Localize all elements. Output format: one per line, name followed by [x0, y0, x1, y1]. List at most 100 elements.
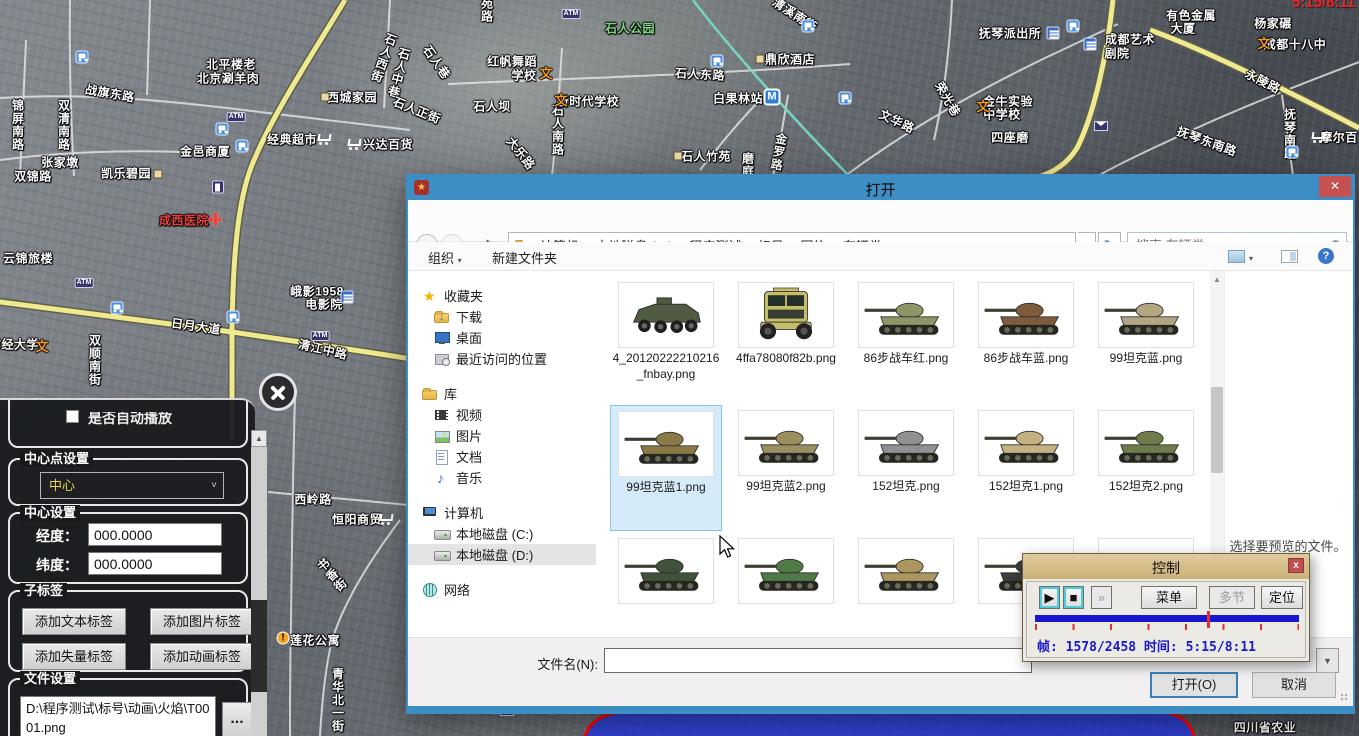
sidebar-item-下载[interactable]: ↓下载: [408, 306, 596, 327]
sidebar-item-本地磁盘 (D:)[interactable]: 本地磁盘 (D:): [408, 544, 596, 565]
sidebar-item-视频[interactable]: 视频: [408, 404, 596, 425]
file-item-152坦克.png[interactable]: 152坦克.png: [850, 405, 962, 531]
scroll-up-icon[interactable]: ▲: [1210, 273, 1224, 287]
file-item[interactable]: [610, 533, 722, 633]
map-label: 双顺南街: [87, 334, 104, 386]
add-label-button-4[interactable]: 添加动画标签: [150, 643, 254, 670]
bus-icon: [236, 140, 249, 153]
add-label-button-3[interactable]: 添加失量标签: [22, 643, 126, 670]
autoplay-checkbox[interactable]: [66, 410, 79, 423]
bus-icon: [1286, 146, 1299, 159]
metro-icon: M: [764, 89, 781, 106]
panel-scrollbar[interactable]: ▲: [251, 430, 267, 736]
file-name: 152坦克1.png: [970, 479, 1082, 495]
add-label-button-1[interactable]: 添加文本标签: [22, 608, 126, 635]
sidebar-item-桌面[interactable]: 桌面: [408, 327, 596, 348]
gas-icon: [212, 181, 224, 194]
help-icon[interactable]: ?: [1318, 248, 1334, 264]
timeline-slider[interactable]: [1035, 615, 1299, 622]
map-label: 大乐路: [503, 133, 539, 173]
sidebar-item-最近访问的位置[interactable]: 最近访问的位置: [408, 348, 596, 369]
bldg-icon: [341, 291, 354, 304]
new-folder-button[interactable]: 新建文件夹: [492, 248, 557, 267]
sq-icon: [321, 93, 330, 102]
sidebar-item-图片[interactable]: 图片: [408, 425, 596, 446]
latitude-field[interactable]: [88, 552, 222, 575]
cancel-button[interactable]: 取消: [1252, 672, 1336, 698]
map-label: 北京涮羊肉: [197, 70, 260, 87]
file-item-4_20120222210216_fnbay.png[interactable]: 4_20120222210216_fnbay.png: [610, 277, 722, 403]
filename-dropdown-icon[interactable]: ▼: [1316, 648, 1339, 673]
file-item-99坦克蓝2.png[interactable]: 99坦克蓝2.png: [730, 405, 842, 531]
preview-pane-icon[interactable]: [1281, 250, 1298, 263]
sidebar-item-音乐[interactable]: 音乐: [408, 467, 596, 488]
computer-icon: [422, 505, 438, 521]
file-item-86步战车蓝.png[interactable]: 86步战车蓝.png: [970, 277, 1082, 403]
sidebar-item-计算机[interactable]: 计算机: [408, 502, 596, 523]
atm-icon: ATM: [562, 9, 581, 19]
resize-grip[interactable]: [1341, 694, 1349, 702]
file-item-152坦克1.png[interactable]: 152坦克1.png: [970, 405, 1082, 531]
open-button[interactable]: 打开(O): [1150, 672, 1238, 698]
file-item-152坦克2.png[interactable]: 152坦克2.png: [1090, 405, 1202, 531]
timeline-position-marker[interactable]: [1207, 611, 1210, 628]
sq-icon: [756, 55, 765, 64]
file-thumbnail: [1098, 282, 1194, 348]
panel-close-button[interactable]: [259, 373, 297, 411]
view-mode-icon[interactable]: [1228, 250, 1245, 263]
atm-icon: ATM: [75, 278, 94, 288]
stop-button[interactable]: ■: [1063, 586, 1084, 609]
multi-section-button[interactable]: 多节: [1209, 586, 1255, 609]
file-thumbnail: [978, 410, 1074, 476]
sidebar-item-本地磁盘 (C:)[interactable]: 本地磁盘 (C:): [408, 523, 596, 544]
animation-path-field[interactable]: D:\程序测试\标号\动画\火焰\T0001.png: [20, 696, 216, 736]
sidebar-item-库[interactable]: 库: [408, 383, 596, 404]
map-label: 大厦: [1170, 20, 1195, 37]
map-label: 电影院: [305, 296, 343, 313]
file-item-4ffa78080f82b.png[interactable]: 4ffa78080f82b.png: [730, 277, 842, 403]
organize-button[interactable]: 组织 ▾: [428, 248, 462, 267]
close-icon[interactable]: ✕: [1319, 176, 1351, 197]
filename-input[interactable]: [604, 648, 1032, 673]
longitude-field[interactable]: [88, 523, 222, 546]
map-label: 凯乐碧园: [101, 165, 151, 182]
control-titlebar[interactable]: 控制 x: [1023, 554, 1309, 579]
sidebar-item-文档[interactable]: 文档: [408, 446, 596, 467]
view-mode-chevron-icon[interactable]: ▾: [1249, 254, 1253, 263]
file-thumbnail: [858, 538, 954, 604]
close-icon[interactable]: x: [1288, 558, 1304, 573]
file-item[interactable]: [730, 533, 842, 633]
chevron-down-icon: ˅: [211, 473, 217, 498]
sidebar-item-网络[interactable]: 网络: [408, 579, 596, 600]
browse-button[interactable]: ...: [222, 702, 252, 736]
file-name: 152坦克.png: [850, 479, 962, 495]
scrollbar-thumb[interactable]: [1211, 387, 1223, 473]
dialog-titlebar[interactable]: ★ 打开 ✕: [408, 176, 1353, 200]
map-label: 云锦旅楼: [3, 250, 53, 267]
add-label-button-2[interactable]: 添加图片标签: [150, 608, 254, 635]
center-point-select[interactable]: 中心 ˅: [40, 472, 224, 499]
file-item-86步战车红.png[interactable]: 86步战车红.png: [850, 277, 962, 403]
skip-button[interactable]: »: [1091, 586, 1112, 609]
sidebar-item-label: 收藏夹: [444, 286, 483, 305]
center-group: 中心设置 经度： 纬度：: [8, 512, 248, 584]
bus-icon: [76, 51, 89, 64]
menu-button[interactable]: 菜单: [1141, 586, 1197, 609]
sidebar-item-收藏夹[interactable]: 收藏夹: [408, 285, 596, 306]
latitude-label: 纬度：: [36, 555, 78, 575]
file-item-99坦克蓝1.png[interactable]: 99坦克蓝1.png: [610, 405, 722, 531]
file-item-99坦克蓝.png[interactable]: 99坦克蓝.png: [1090, 277, 1202, 403]
scrollbar-thumb[interactable]: [251, 600, 267, 692]
wen-icon: 文: [539, 67, 553, 81]
file-name: 99坦克蓝1.png: [611, 480, 721, 496]
network-icon: [422, 582, 438, 598]
map-label: 恒阳商贸: [332, 511, 382, 528]
locate-button[interactable]: 定位: [1261, 586, 1303, 609]
file-item[interactable]: [850, 533, 962, 633]
sidebar-item-label: 文档: [456, 447, 482, 466]
play-button[interactable]: ▶: [1039, 586, 1060, 609]
scroll-up-icon[interactable]: ▲: [251, 430, 267, 447]
cart-icon: [347, 138, 361, 150]
bus-icon: [227, 311, 240, 324]
file-settings-group: 文件设置 D:\程序测试\标号\动画\火焰\T0001.png ...: [8, 678, 248, 736]
